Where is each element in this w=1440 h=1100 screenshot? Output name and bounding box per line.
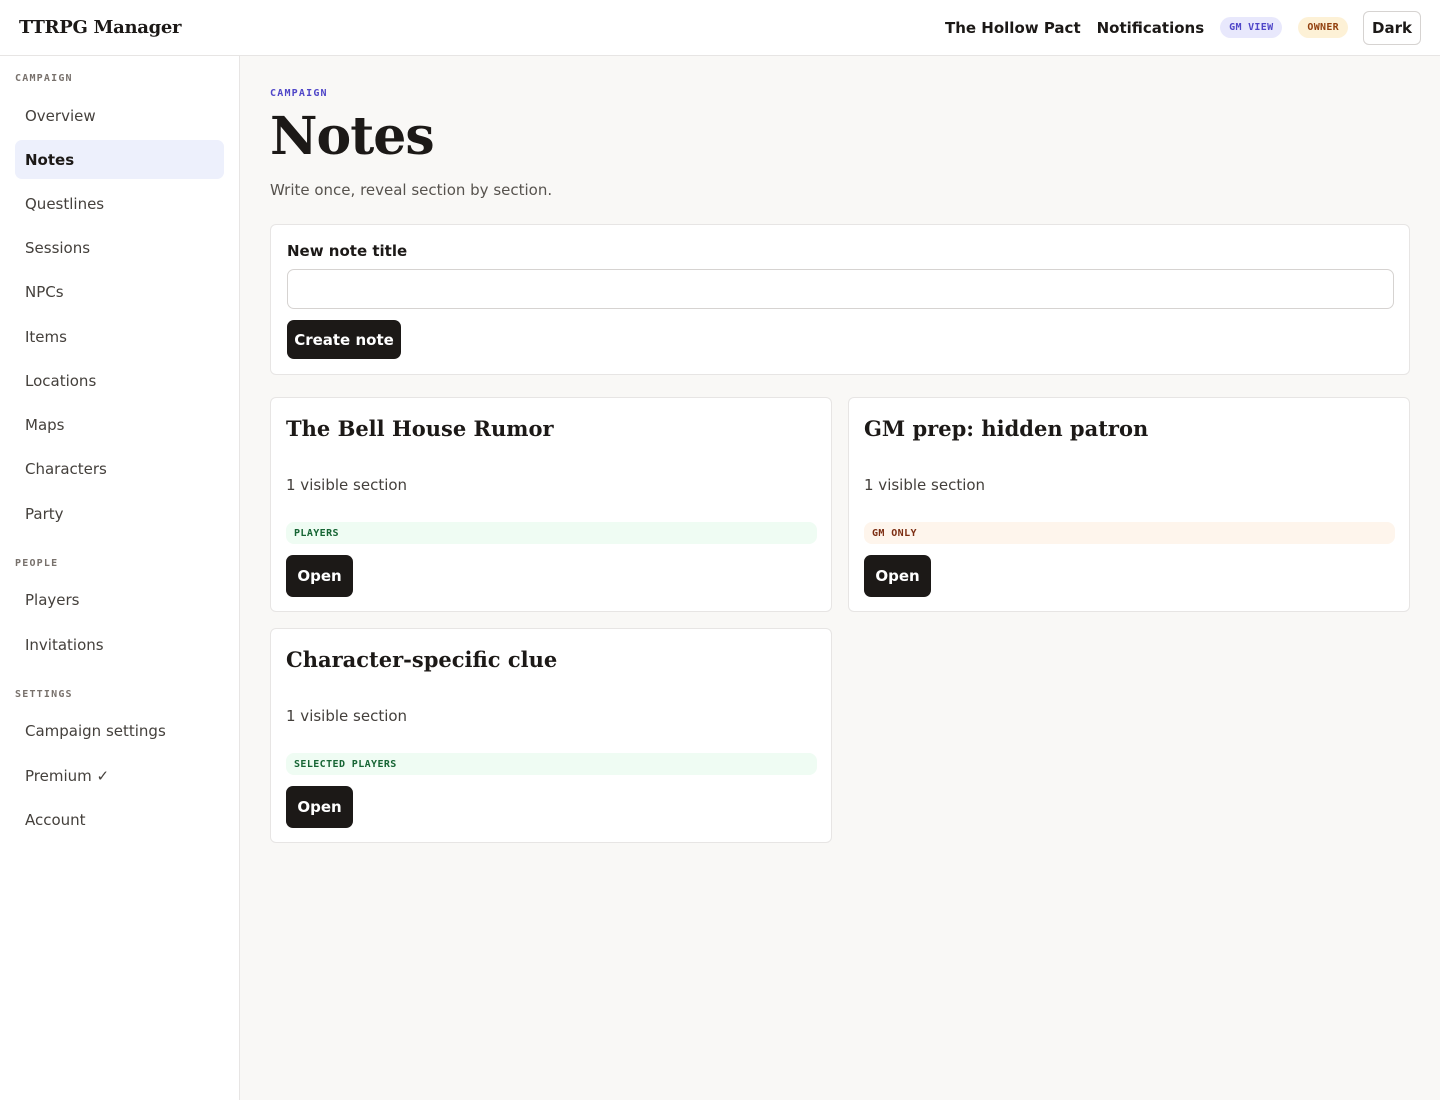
sidebar-item-maps[interactable]: Maps xyxy=(15,405,224,444)
create-note-button[interactable]: Create note xyxy=(287,320,401,359)
sidebar-item-party[interactable]: Party xyxy=(15,494,224,533)
sidebar-item-questlines[interactable]: Questlines xyxy=(15,184,224,223)
note-title: GM prep: hidden patron xyxy=(864,416,1149,441)
sidebar-section-settings: SETTINGS xyxy=(15,689,73,700)
sidebar-item-npcs[interactable]: NPCs xyxy=(15,272,224,311)
note-card: The Bell House Rumor 1 visible section P… xyxy=(270,397,832,612)
sidebar-item-invitations[interactable]: Invitations xyxy=(15,625,224,664)
sidebar-item-account[interactable]: Account xyxy=(15,800,224,839)
note-card: GM prep: hidden patron 1 visible section… xyxy=(848,397,1410,612)
sidebar-item-notes[interactable]: Notes xyxy=(15,140,224,179)
sidebar: CAMPAIGN Overview Notes Questlines Sessi… xyxy=(0,56,240,1100)
gm-view-badge: GM VIEW xyxy=(1220,17,1283,38)
note-title-label: New note title xyxy=(287,242,408,260)
note-section-count: 1 visible section xyxy=(286,707,408,725)
note-section-count: 1 visible section xyxy=(864,476,986,494)
open-note-button[interactable]: Open xyxy=(286,555,353,597)
top-bar: TTRPG Manager The Hollow Pact Notificati… xyxy=(0,0,1440,56)
sidebar-item-items[interactable]: Items xyxy=(15,317,224,356)
open-note-button[interactable]: Open xyxy=(286,786,353,828)
sidebar-item-locations[interactable]: Locations xyxy=(15,361,224,400)
note-title-input[interactable] xyxy=(287,269,1394,309)
sidebar-item-players[interactable]: Players xyxy=(15,580,224,619)
visibility-badge: SELECTED PLAYERS xyxy=(286,753,817,775)
note-title: The Bell House Rumor xyxy=(286,416,554,441)
sidebar-item-campaign-settings[interactable]: Campaign settings xyxy=(15,711,224,750)
note-title: Character-specific clue xyxy=(286,647,558,672)
owner-badge: OWNER xyxy=(1298,17,1348,38)
sidebar-section-people: PEOPLE xyxy=(15,558,59,569)
page-subtitle: Write once, reveal section by section. xyxy=(270,181,553,199)
app-title[interactable]: TTRPG Manager xyxy=(19,17,182,38)
open-note-button[interactable]: Open xyxy=(864,555,931,597)
note-section-count: 1 visible section xyxy=(286,476,408,494)
visibility-badge: GM ONLY xyxy=(864,522,1395,544)
sidebar-item-characters[interactable]: Characters xyxy=(15,449,224,488)
page-title: Notes xyxy=(270,106,435,167)
top-bar-actions: The Hollow Pact Notifications GM VIEW OW… xyxy=(945,10,1421,45)
campaign-link[interactable]: The Hollow Pact xyxy=(945,19,1081,37)
sidebar-section-campaign: CAMPAIGN xyxy=(15,73,73,84)
sidebar-item-sessions[interactable]: Sessions xyxy=(15,228,224,267)
page-eyebrow: CAMPAIGN xyxy=(270,88,328,99)
notifications-link[interactable]: Notifications xyxy=(1097,19,1205,37)
dark-mode-toggle[interactable]: Dark xyxy=(1363,10,1421,45)
visibility-badge: PLAYERS xyxy=(286,522,817,544)
note-card: Character-specific clue 1 visible sectio… xyxy=(270,628,832,843)
new-note-form: New note title Create note xyxy=(270,224,1410,375)
sidebar-item-overview[interactable]: Overview xyxy=(15,96,224,135)
sidebar-item-premium[interactable]: Premium ✓ xyxy=(15,756,224,795)
